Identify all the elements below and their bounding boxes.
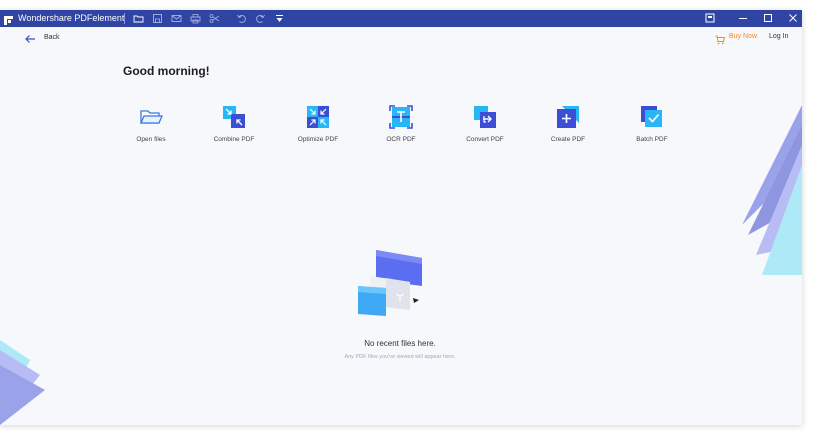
save-icon[interactable] xyxy=(152,13,163,24)
empty-state-subtitle: Any PDF files you've viewed will appear … xyxy=(344,354,456,360)
arrow-left-icon xyxy=(24,32,36,44)
minimize-icon[interactable] xyxy=(731,10,755,27)
login-link[interactable]: Log In xyxy=(769,31,788,43)
ocr-icon xyxy=(389,105,413,129)
convert-icon xyxy=(473,105,497,129)
folder-icon[interactable] xyxy=(133,13,144,24)
decorative-pages-left xyxy=(0,340,50,425)
app-window: Wondershare PDFelement Back Buy Now Log … xyxy=(0,10,802,425)
redo-icon[interactable] xyxy=(255,13,266,24)
customize-toolbar-icon[interactable] xyxy=(274,13,285,24)
combine-icon xyxy=(222,105,246,129)
tool-label: Combine PDF xyxy=(213,136,255,143)
tool-label: Convert PDF xyxy=(466,136,504,143)
tool-label: Create PDF xyxy=(550,136,586,143)
maximize-icon[interactable] xyxy=(756,10,780,27)
tool-convert-pdf[interactable]: Convert PDF xyxy=(450,105,520,149)
restore-panel-icon[interactable] xyxy=(698,10,722,27)
tool-optimize-pdf[interactable]: Optimize PDF xyxy=(283,105,353,149)
decorative-pages-right xyxy=(736,105,802,280)
cut-icon[interactable] xyxy=(209,13,220,24)
tool-label: Open files xyxy=(136,136,166,143)
cart-icon xyxy=(715,32,726,45)
tool-ocr-pdf[interactable]: OCR PDF xyxy=(366,105,436,149)
empty-state-title: No recent files here. xyxy=(364,339,436,348)
folder-open-icon xyxy=(139,105,163,129)
create-icon xyxy=(556,105,580,129)
greeting-heading: Good morning! xyxy=(123,64,210,78)
app-title: Wondershare PDFelement xyxy=(18,13,125,23)
buy-now-label: Buy Now xyxy=(729,33,758,40)
title-bar: Wondershare PDFelement xyxy=(0,10,802,27)
app-logo-icon xyxy=(3,13,14,25)
mail-icon[interactable] xyxy=(171,13,182,24)
close-icon[interactable] xyxy=(781,10,802,27)
toolbar-divider xyxy=(124,13,125,24)
empty-folder-illustration xyxy=(356,250,428,320)
tool-label: Batch PDF xyxy=(636,136,668,143)
print-icon[interactable] xyxy=(190,13,201,24)
tool-open-files[interactable]: Open files xyxy=(116,105,186,149)
tool-label: Optimize PDF xyxy=(297,136,339,143)
optimize-icon xyxy=(306,105,330,129)
undo-icon[interactable] xyxy=(236,13,247,24)
tool-create-pdf[interactable]: Create PDF xyxy=(533,105,603,149)
tool-label: OCR PDF xyxy=(386,136,416,143)
tool-batch-pdf[interactable]: Batch PDF xyxy=(617,105,687,149)
tool-combine-pdf[interactable]: Combine PDF xyxy=(199,105,269,149)
back-label: Back xyxy=(44,34,60,41)
batch-icon xyxy=(640,105,664,129)
